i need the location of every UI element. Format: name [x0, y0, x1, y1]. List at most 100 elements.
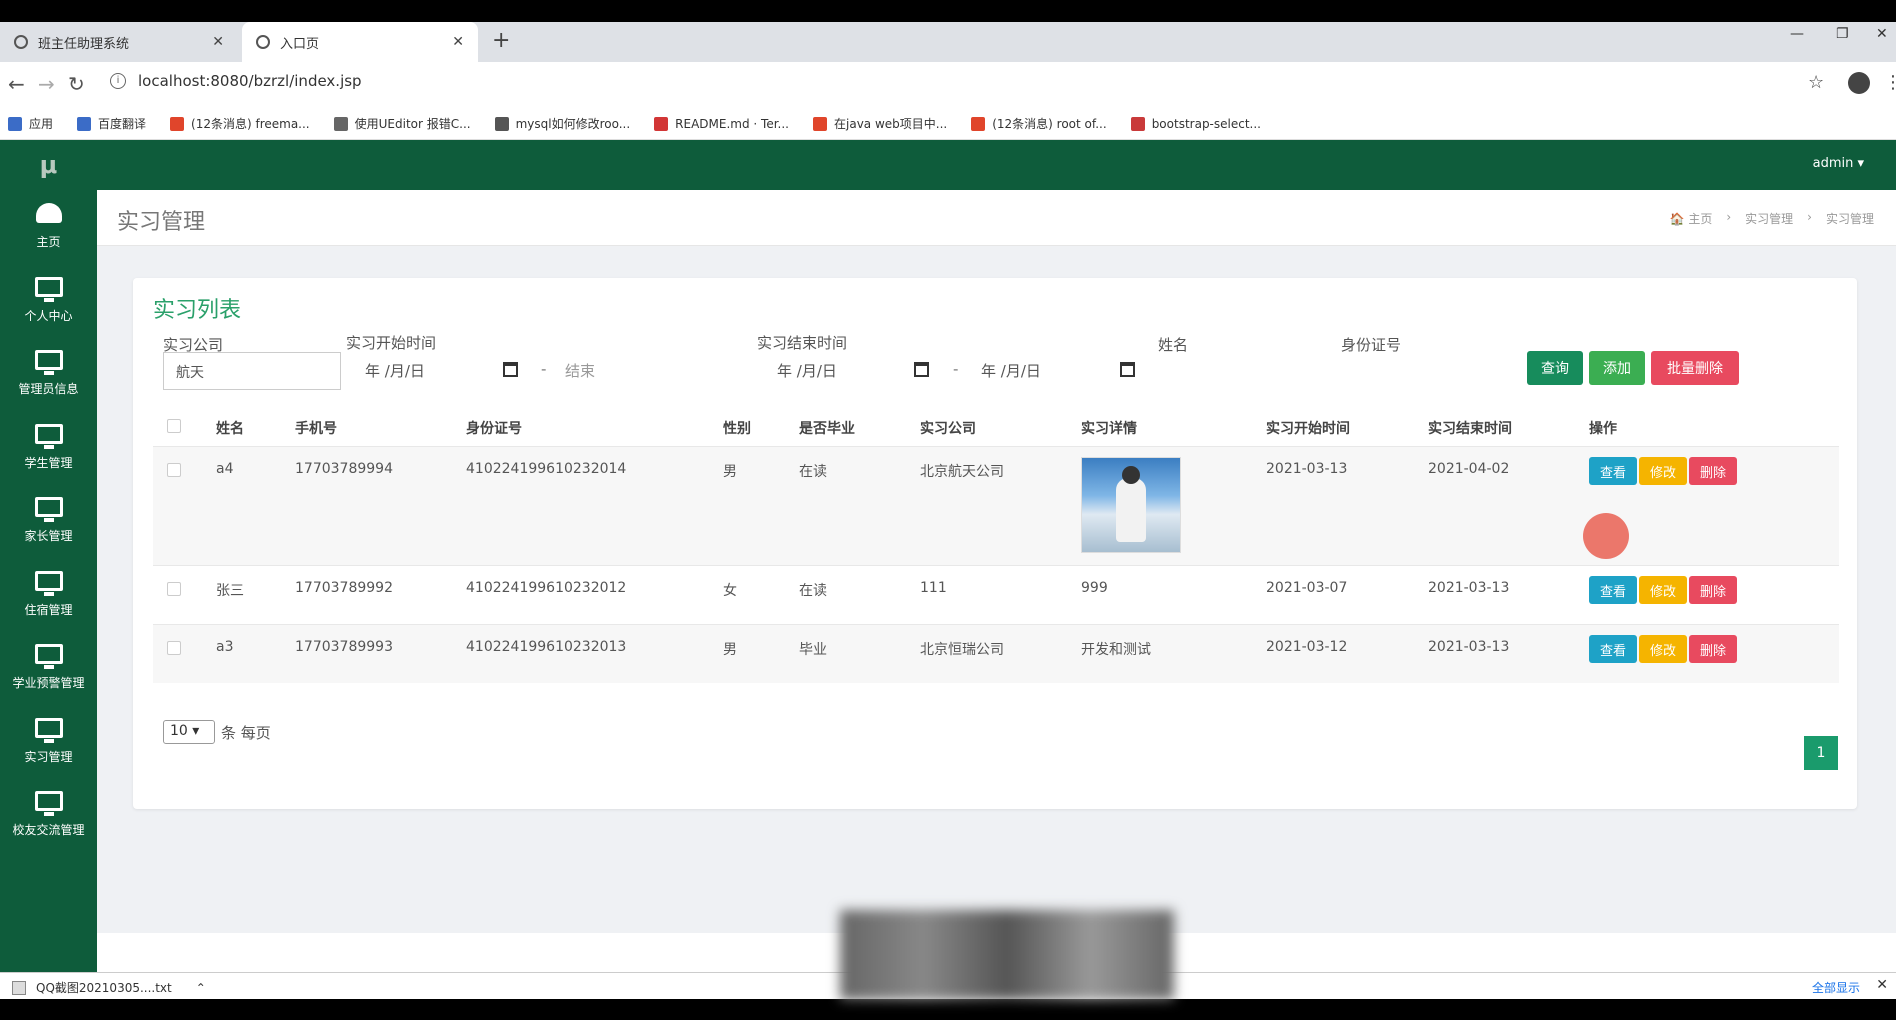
chevron-up-icon[interactable]: ⌃: [196, 981, 206, 995]
select-all-checkbox[interactable]: [167, 419, 181, 433]
breadcrumb-home[interactable]: 🏠 主页: [1670, 210, 1713, 227]
pagination-page-1[interactable]: 1: [1804, 736, 1838, 770]
close-icon[interactable]: ✕: [452, 34, 464, 50]
window-close-icon[interactable]: ✕: [1876, 26, 1888, 42]
sidebar-item-label: 主页: [36, 235, 61, 250]
tab-1[interactable]: 班主任助理系统 ✕: [0, 22, 238, 62]
new-tab-icon[interactable]: +: [492, 28, 510, 53]
bookmark-label: (12条消息) root of...: [992, 117, 1107, 131]
tab-2[interactable]: 入口页 ✕: [242, 22, 478, 62]
address-bar: ← → ↻ i localhost:8080/bzrzl/index.jsp ☆…: [0, 62, 1896, 108]
table-header: 姓名 手机号 身份证号 性别 是否毕业 实习公司 实习详情 实习开始时间 实习结…: [153, 406, 1839, 446]
column-header: 实习详情: [1081, 421, 1137, 437]
favicon-icon: [654, 116, 669, 131]
breadcrumb-item[interactable]: 实习管理: [1745, 210, 1793, 227]
minimize-icon[interactable]: —: [1790, 26, 1804, 42]
forward-icon[interactable]: →: [38, 72, 55, 96]
sidebar-item-label: 管理员信息: [18, 382, 79, 397]
start-from-date[interactable]: 年 /月/日: [365, 360, 425, 381]
breadcrumb: 🏠 主页 › 实习管理 › 实习管理: [1670, 210, 1874, 227]
menu-icon[interactable]: ⋮: [1884, 72, 1896, 93]
image-figure-body: [1116, 478, 1146, 542]
page-size-select[interactable]: 10 ▾: [163, 720, 215, 744]
show-all-link[interactable]: 全部显示: [1812, 979, 1860, 996]
apps-icon: [8, 116, 22, 131]
account-icon[interactable]: [1848, 72, 1870, 94]
view-button[interactable]: 查看: [1589, 457, 1637, 485]
sidebar-item[interactable]: 主页: [0, 190, 97, 264]
sidebar-item[interactable]: 学生管理: [0, 411, 97, 485]
batch-delete-button[interactable]: 批量删除: [1651, 351, 1739, 385]
sidebar-item[interactable]: 学业预警管理: [0, 631, 97, 705]
bookmark-item[interactable]: 应用: [8, 115, 53, 132]
calendar-icon[interactable]: [914, 362, 929, 377]
company-input[interactable]: 航天: [163, 352, 341, 390]
info-icon[interactable]: i: [110, 73, 126, 89]
row-checkbox[interactable]: [167, 463, 181, 477]
file-icon: [12, 980, 26, 995]
internship-detail-image[interactable]: [1081, 457, 1181, 553]
row-checkbox[interactable]: [167, 582, 181, 596]
tab-title: 入口页: [280, 36, 320, 52]
sidebar-item[interactable]: 管理员信息: [0, 337, 97, 411]
app: μ 主页 个人中心 管理员信息 学生管理 家长管理 住宿管理 学业预警管理 实习管理 校友交流管…: [0, 140, 1896, 972]
search-button[interactable]: 查询: [1527, 351, 1583, 385]
close-icon[interactable]: ✕: [212, 34, 224, 50]
column-header: 手机号: [295, 421, 337, 437]
cell-name: a4: [216, 461, 234, 477]
sidebar-item[interactable]: 家长管理: [0, 484, 97, 558]
bookmark-item[interactable]: bootstrap-select...: [1130, 116, 1261, 131]
monitor-icon: [34, 350, 63, 376]
delete-button[interactable]: 删除: [1689, 576, 1737, 604]
end-to-date[interactable]: 年 /月/日: [981, 360, 1041, 381]
bookmark-star-icon[interactable]: ☆: [1808, 72, 1824, 93]
range-dash: -: [541, 360, 547, 378]
page-size-control: 10 ▾ 条 每页: [163, 720, 271, 744]
bookmark-item[interactable]: README.md · Ter...: [654, 116, 789, 131]
calendar-icon[interactable]: [1120, 362, 1135, 377]
image-figure-head: [1122, 466, 1140, 484]
bookmark-item[interactable]: 使用UEditor 报错C...: [333, 115, 471, 132]
back-icon[interactable]: ←: [8, 72, 25, 96]
bookmark-item[interactable]: mysql如何修改roo...: [494, 115, 630, 132]
sidebar-item[interactable]: 校友交流管理: [0, 778, 97, 852]
bookmark-item[interactable]: 百度翻译: [77, 115, 146, 132]
sidebar-item[interactable]: 个人中心: [0, 264, 97, 338]
reload-icon[interactable]: ↻: [68, 72, 85, 96]
cell-graduated: 在读: [799, 583, 827, 599]
edit-button[interactable]: 修改: [1639, 457, 1687, 485]
sidebar-item[interactable]: 实习管理: [0, 705, 97, 779]
sidebar-item-label: 学生管理: [24, 455, 73, 470]
user-menu[interactable]: admin ▾: [1813, 156, 1864, 171]
sidebar-item[interactable]: 住宿管理: [0, 558, 97, 632]
monitor-icon: [34, 644, 63, 670]
close-icon[interactable]: ✕: [1876, 977, 1888, 993]
cell-company: 北京恒瑞公司: [920, 642, 1004, 658]
page-size-suffix: 条 每页: [221, 723, 271, 742]
calendar-icon[interactable]: [503, 362, 518, 377]
sidebar-item-label: 住宿管理: [24, 602, 73, 617]
edit-button[interactable]: 修改: [1639, 635, 1687, 663]
end-from-date[interactable]: 年 /月/日: [777, 360, 837, 381]
view-button[interactable]: 查看: [1589, 576, 1637, 604]
delete-button[interactable]: 删除: [1689, 635, 1737, 663]
breadcrumb-current: 实习管理: [1825, 212, 1874, 226]
edit-button[interactable]: 修改: [1639, 576, 1687, 604]
cell-graduated: 在读: [799, 464, 827, 480]
bookmark-item[interactable]: (12条消息) root of...: [971, 115, 1107, 132]
bookmark-item[interactable]: (12条消息) freema...: [170, 115, 310, 132]
url-field[interactable]: i localhost:8080/bzrzl/index.jsp: [110, 72, 362, 90]
delete-button[interactable]: 删除: [1689, 457, 1737, 485]
add-button[interactable]: 添加: [1589, 351, 1645, 385]
breadcrumb-separator: ›: [1807, 210, 1812, 224]
table-row: 张三 17703789992 410224199610232012 女 在读 111 999…: [153, 565, 1839, 624]
globe-icon: [14, 35, 28, 49]
download-filename: QQ截图20210305....txt: [36, 981, 172, 995]
page-title: 实习管理: [117, 210, 206, 235]
restore-icon[interactable]: ❐: [1836, 26, 1849, 42]
view-button[interactable]: 查看: [1589, 635, 1637, 663]
download-item[interactable]: QQ截图20210305....txt ⌃: [12, 979, 206, 996]
start-to-date[interactable]: 结束: [565, 360, 595, 381]
row-checkbox[interactable]: [167, 641, 181, 655]
bookmark-item[interactable]: 在java web项目中...: [813, 115, 947, 132]
